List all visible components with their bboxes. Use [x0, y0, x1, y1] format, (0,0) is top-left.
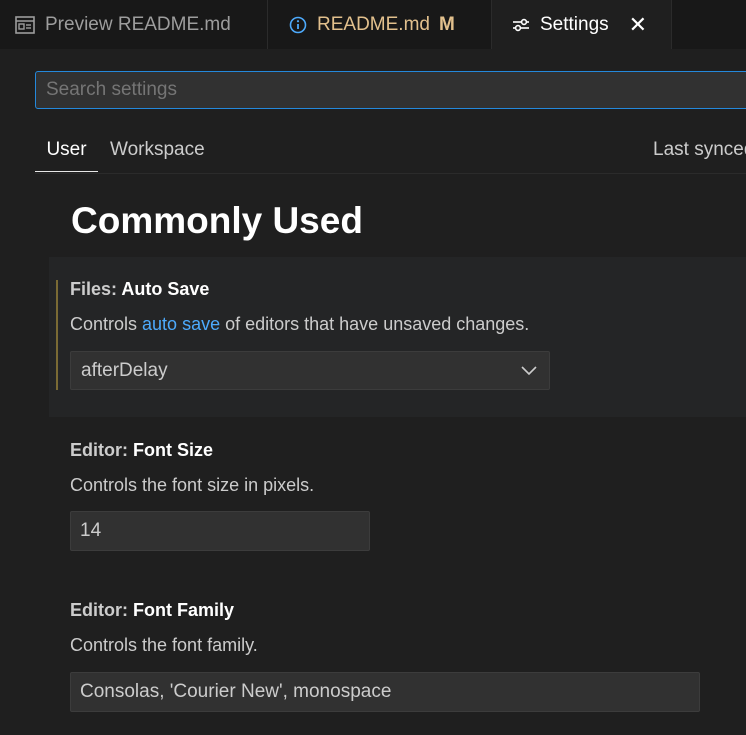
tab-label: Settings [540, 13, 609, 35]
description-text: Controls [70, 314, 143, 334]
modified-badge: M [438, 13, 455, 35]
setting-title: Files: Auto Save [70, 279, 209, 300]
last-synced-label: Last synced [653, 139, 746, 160]
tab-user[interactable]: User [35, 128, 98, 172]
auto-save-select[interactable]: afterDelay [70, 351, 550, 390]
setting-category: Editor: [70, 440, 133, 460]
setting-name: Font Size [133, 440, 213, 460]
editor-tab-bar: Preview README.md README.md M Settings ✕ [0, 0, 746, 49]
search-settings-input[interactable] [35, 71, 746, 109]
font-family-input[interactable]: Consolas, 'Courier New', monospace [70, 672, 700, 712]
settings-sliders-icon [512, 17, 530, 33]
description-text: of editors that have unsaved changes. [220, 314, 530, 334]
font-size-input[interactable]: 14 [70, 511, 370, 551]
setting-description: Controls the font size in pixels. [70, 475, 315, 495]
auto-save-link[interactable]: auto save [142, 314, 220, 334]
tab-workspace[interactable]: Workspace [110, 128, 205, 172]
setting-name: Font Family [133, 600, 235, 620]
setting-editor-font-size: Editor: Font Size Controls the font size… [49, 417, 746, 577]
tab-label: Preview README.md [45, 13, 231, 35]
setting-title: Editor: Font Size [70, 440, 213, 461]
settings-scope-tabs: User Workspace Last synced [35, 128, 746, 174]
preview-icon [15, 15, 35, 34]
tab-label: README.md [317, 13, 430, 35]
chevron-down-icon [521, 352, 537, 389]
setting-editor-font-family: Editor: Font Family Controls the font fa… [49, 577, 746, 735]
tab-preview-readme[interactable]: Preview README.md [0, 0, 268, 49]
info-icon [289, 16, 307, 34]
setting-files-auto-save[interactable]: Files: Auto Save Controls auto save of e… [49, 257, 746, 417]
setting-name: Auto Save [121, 279, 210, 299]
setting-description: Controls auto save of editors that have … [70, 314, 529, 335]
setting-category: Editor: [70, 600, 133, 620]
tab-settings[interactable]: Settings ✕ [492, 0, 672, 49]
setting-category: Files: [70, 279, 122, 299]
section-title: Commonly Used [71, 200, 363, 241]
tab-readme[interactable]: README.md M [268, 0, 492, 49]
tab-bar-empty-space [672, 0, 746, 49]
select-value: afterDelay [81, 360, 168, 381]
close-icon[interactable]: ✕ [629, 13, 647, 36]
setting-title: Editor: Font Family [70, 600, 234, 621]
focus-indicator [56, 280, 58, 390]
setting-description: Controls the font family. [70, 635, 258, 655]
